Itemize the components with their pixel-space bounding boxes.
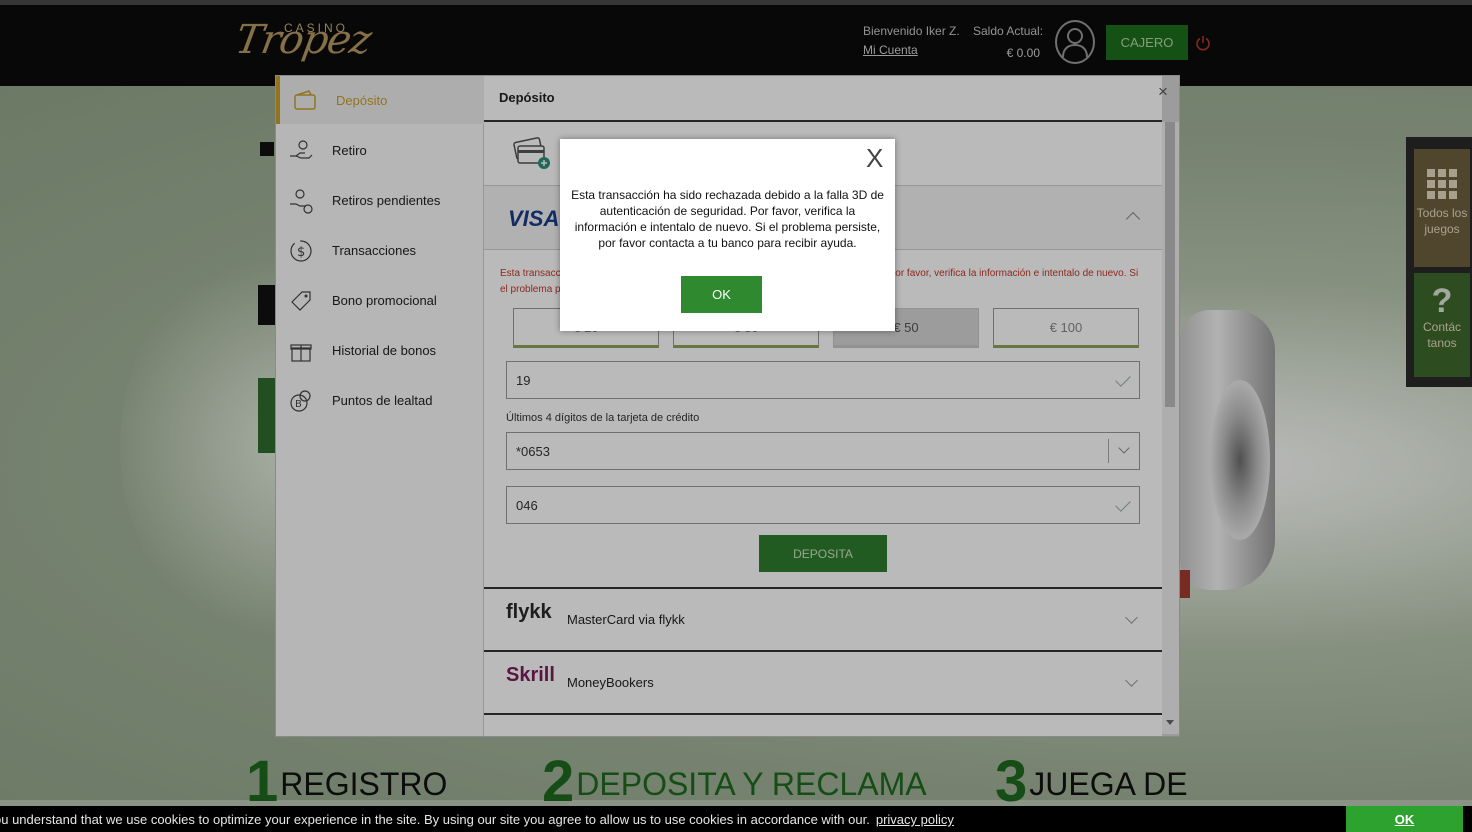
privacy-policy-link[interactable]: privacy policy xyxy=(876,812,954,827)
cookie-bar: ou understand that we use cookies to opt… xyxy=(0,806,1472,832)
alert-close-icon[interactable]: X xyxy=(866,145,883,171)
cookie-ok-button[interactable]: OK xyxy=(1346,806,1463,832)
alert-message: Esta transacción ha sido rechazada debid… xyxy=(571,188,884,250)
error-alert-dialog: X Esta transacción ha sido rechazada deb… xyxy=(560,139,895,331)
modal-backdrop xyxy=(0,0,1472,832)
alert-ok-button[interactable]: OK xyxy=(681,276,762,313)
cookie-text-wrap: ou understand that we use cookies to opt… xyxy=(0,812,954,827)
cookie-message: ou understand that we use cookies to opt… xyxy=(0,812,870,827)
